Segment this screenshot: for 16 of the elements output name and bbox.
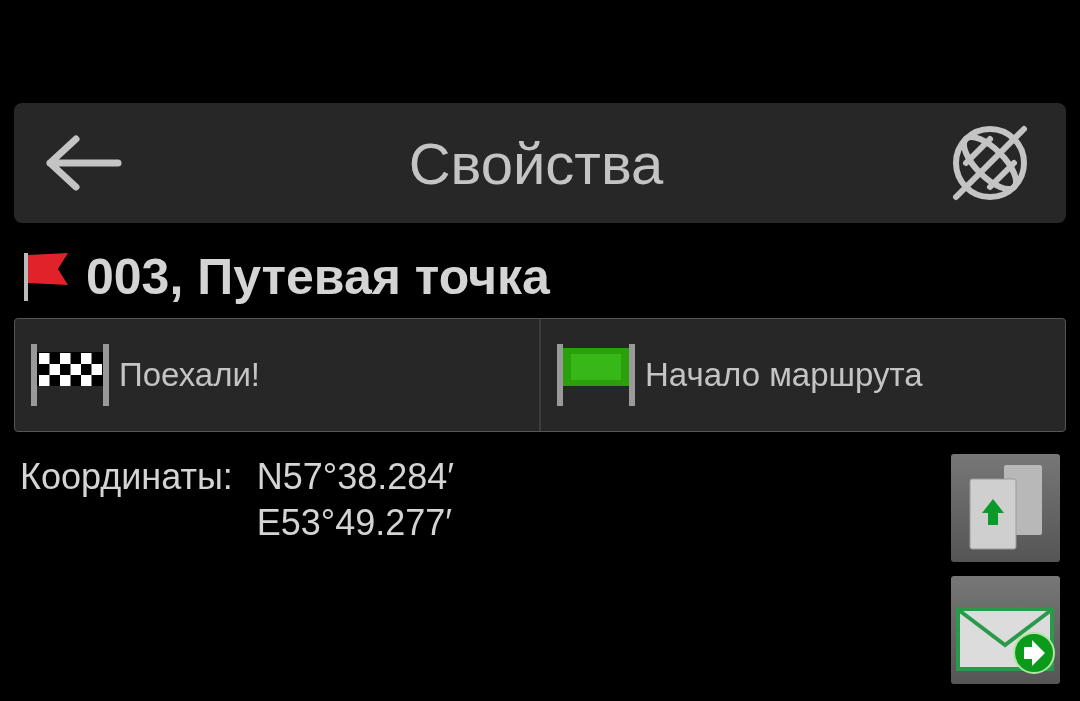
- waypoint-title: 003, Путевая точка: [86, 248, 550, 306]
- coordinate-value: N57°38.284′: [256, 456, 455, 498]
- checkered-flag-icon: [31, 344, 109, 406]
- coordinate-value: E53°49.277′: [256, 502, 454, 544]
- back-arrow-icon: [44, 133, 122, 193]
- coordinates-label: Координаты:: [20, 456, 233, 499]
- back-button[interactable]: [44, 133, 122, 193]
- send-button[interactable]: [951, 576, 1060, 684]
- go-button[interactable]: Поехали!: [15, 319, 539, 431]
- crossed-globe-icon: [950, 123, 1030, 203]
- cards-upload-icon: [967, 465, 1044, 551]
- globe-off-button[interactable]: [950, 123, 1030, 203]
- route-start-button[interactable]: Начало маршрута: [541, 319, 1065, 431]
- screen-title: Свойства: [408, 129, 664, 197]
- copy-button[interactable]: [951, 454, 1060, 562]
- start-flag-icon: [557, 344, 635, 406]
